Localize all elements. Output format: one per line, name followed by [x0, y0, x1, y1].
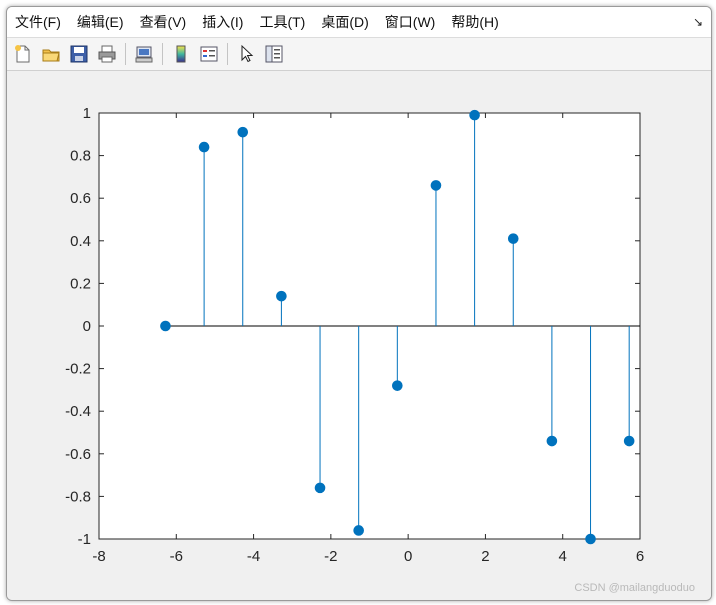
x-tick-label: -6	[170, 548, 183, 565]
menu-help[interactable]: 帮助(H)	[443, 7, 506, 37]
y-tick-label: 0.6	[70, 190, 91, 207]
stem-marker[interactable]	[623, 435, 635, 447]
figure-window: 文件(F) 编辑(E) 查看(V) 插入(I) 工具(T) 桌面(D) 窗口(W…	[6, 6, 712, 601]
print-icon[interactable]	[95, 42, 119, 66]
x-tick-label: 4	[559, 548, 567, 565]
toolbar-separator	[227, 43, 228, 65]
menu-window[interactable]: 窗口(W)	[377, 7, 444, 37]
y-tick-label: -0.2	[65, 361, 91, 378]
menu-file[interactable]: 文件(F)	[7, 7, 69, 37]
y-tick-label: 0	[83, 318, 91, 335]
property-inspector-icon[interactable]	[262, 42, 286, 66]
dock-figure-icon[interactable]: ↘	[693, 7, 703, 37]
y-tick-label: -1	[78, 531, 91, 548]
x-tick-label: 2	[481, 548, 489, 565]
toolbar-separator	[125, 43, 126, 65]
menu-desktop[interactable]: 桌面(D)	[313, 7, 376, 37]
watermark-text: CSDN @mailangduoduo	[574, 582, 695, 594]
edit-plot-arrow-icon[interactable]	[234, 42, 258, 66]
menu-tools[interactable]: 工具(T)	[251, 7, 313, 37]
y-tick-label: 0.4	[70, 233, 91, 250]
stem-marker[interactable]	[353, 525, 364, 536]
stem-marker[interactable]	[237, 126, 249, 138]
insert-legend-icon[interactable]	[197, 42, 221, 66]
menu-edit[interactable]: 编辑(E)	[69, 7, 132, 37]
menu-insert[interactable]: 插入(I)	[194, 7, 251, 37]
insert-colorbar-icon[interactable]	[169, 42, 193, 66]
figure-toolbar	[7, 38, 711, 71]
stem-marker[interactable]	[469, 109, 480, 121]
new-figure-icon[interactable]	[11, 42, 35, 66]
stem-marker[interactable]	[507, 233, 519, 244]
stem-marker[interactable]	[430, 180, 442, 191]
x-tick-label: 0	[404, 548, 412, 565]
stem-marker[interactable]	[585, 533, 596, 545]
stem-marker[interactable]	[546, 435, 558, 447]
menu-view[interactable]: 查看(V)	[132, 7, 195, 37]
y-tick-label: -0.4	[65, 403, 91, 420]
y-tick-label: 0.8	[70, 148, 91, 165]
x-tick-label: -2	[324, 548, 337, 565]
save-icon[interactable]	[67, 42, 91, 66]
x-tick-label: -8	[92, 548, 105, 565]
y-tick-label: 0.2	[70, 275, 91, 292]
open-file-icon[interactable]	[39, 42, 63, 66]
y-tick-label: -0.6	[65, 446, 91, 463]
y-tick-label: -0.8	[65, 488, 91, 505]
stem-marker[interactable]	[314, 482, 326, 494]
stem-marker[interactable]	[392, 380, 403, 391]
y-tick-label: 1	[83, 105, 91, 122]
link-plot-icon[interactable]	[132, 42, 156, 66]
stem-marker[interactable]	[198, 141, 210, 153]
menu-bar: 文件(F) 编辑(E) 查看(V) 插入(I) 工具(T) 桌面(D) 窗口(W…	[7, 7, 711, 38]
x-tick-label: 6	[636, 548, 644, 565]
x-tick-label: -4	[247, 548, 260, 565]
figure-canvas: -8 -6 -4 -2 0 2 4 6 1 0.8 0.6 0.4 0.2 0 -0.2 -0.4 -0.6 -0…	[7, 71, 711, 600]
stem-marker[interactable]	[276, 290, 287, 302]
stem-marker[interactable]	[160, 320, 171, 332]
stem-chart[interactable]: -8 -6 -4 -2 0 2 4 6 1 0.8 0.6 0.4 0.2 0 -0.2 -0.4 -0.6 -0…	[7, 71, 711, 600]
toolbar-separator	[162, 43, 163, 65]
